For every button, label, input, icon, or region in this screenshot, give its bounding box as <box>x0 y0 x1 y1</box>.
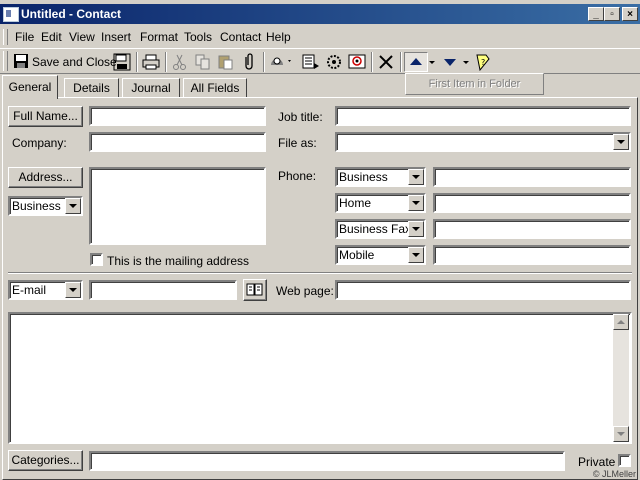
menu-grip[interactable] <box>3 29 8 45</box>
menu-bar: File Edit View Insert Format Tools Conta… <box>0 28 640 46</box>
standard-toolbar: Save and Close ? <box>0 48 640 74</box>
up-arrow-icon <box>410 58 422 65</box>
section-divider <box>8 272 632 274</box>
close-button[interactable]: × <box>622 7 638 21</box>
email-type-value: E-mail <box>12 283 47 297</box>
save-icon[interactable] <box>113 53 131 71</box>
previous-item-button[interactable] <box>404 52 428 72</box>
phone-type-combo-3[interactable]: Business Fax <box>335 219 426 239</box>
tab-journal[interactable]: Journal <box>122 78 180 98</box>
new-meeting-gear-icon[interactable] <box>325 53 343 71</box>
copyright-text: © JLMeller <box>592 469 636 479</box>
display-map-icon[interactable] <box>302 53 320 71</box>
file-as-label: File as: <box>278 136 317 150</box>
menu-view[interactable]: View <box>69 30 95 44</box>
phone-type-value: Mobile <box>339 248 375 262</box>
menu-help[interactable]: Help <box>266 30 291 44</box>
address-book-button[interactable] <box>243 279 267 301</box>
job-title-field[interactable] <box>335 106 631 126</box>
chevron-down-icon[interactable] <box>408 195 424 211</box>
next-dropdown-arrow-icon[interactable] <box>462 53 470 71</box>
mailing-address-checkbox[interactable] <box>90 253 103 266</box>
window-title: Untitled - Contact <box>21 7 121 21</box>
menu-file[interactable]: File <box>15 30 34 44</box>
home-phone-field[interactable] <box>433 193 631 213</box>
new-message-to-contact-icon[interactable] <box>348 53 366 71</box>
phone-type-combo-1[interactable]: Business <box>335 167 426 187</box>
follow-up-flag-icon[interactable] <box>269 53 291 71</box>
email-type-combo[interactable]: E-mail <box>8 280 83 300</box>
menu-format[interactable]: Format <box>140 30 178 44</box>
notes-scrollbar[interactable] <box>613 314 629 442</box>
address-button[interactable]: Address... <box>8 167 83 188</box>
maximize-button[interactable]: ▫ <box>604 7 620 21</box>
toolbar-separator <box>371 52 373 72</box>
address-book-icon <box>246 283 263 296</box>
web-page-label: Web page: <box>276 284 334 298</box>
chevron-down-icon[interactable] <box>613 134 629 150</box>
cut-icon[interactable] <box>171 53 189 71</box>
attach-paperclip-icon[interactable] <box>240 53 258 71</box>
phone-type-value: Home <box>339 196 372 210</box>
business-fax-field[interactable] <box>433 219 631 239</box>
job-title-label: Job title: <box>278 110 323 124</box>
web-page-field[interactable] <box>335 280 631 300</box>
down-arrow-icon[interactable] <box>440 53 458 71</box>
delete-icon[interactable] <box>377 53 395 71</box>
menu-contact[interactable]: Contact <box>220 30 261 44</box>
copy-icon[interactable] <box>194 53 212 71</box>
minimize-button[interactable]: _ <box>588 7 604 21</box>
scroll-down-icon[interactable] <box>613 426 629 442</box>
file-as-combo[interactable] <box>335 132 631 152</box>
toolbar-separator <box>400 52 402 72</box>
save-close-button[interactable]: Save and Close <box>32 52 117 72</box>
print-icon[interactable] <box>142 53 160 71</box>
previous-dropdown-arrow-icon[interactable] <box>428 53 436 71</box>
toolbar-separator <box>263 52 265 72</box>
address-textarea[interactable] <box>89 167 266 245</box>
toolbar-grip[interactable] <box>3 51 8 71</box>
toolbar-separator <box>165 52 167 72</box>
menu-insert[interactable]: Insert <box>101 30 131 44</box>
phone-type-combo-2[interactable]: Home <box>335 193 426 213</box>
save-close-icon[interactable] <box>13 53 31 71</box>
address-type-combo[interactable]: Business <box>8 196 83 216</box>
tab-all-fields[interactable]: All Fields <box>183 78 247 98</box>
tab-details[interactable]: Details <box>64 78 119 98</box>
toolbar-separator <box>136 52 138 72</box>
chevron-down-icon[interactable] <box>65 282 81 298</box>
company-label: Company: <box>12 136 67 150</box>
mailing-address-label: This is the mailing address <box>107 254 250 268</box>
paste-icon[interactable] <box>217 53 235 71</box>
svg-text:?: ? <box>481 58 485 67</box>
first-item-in-folder-item[interactable]: First Item in Folder <box>405 73 544 95</box>
chevron-down-icon[interactable] <box>65 198 81 214</box>
address-type-value: Business <box>12 199 61 213</box>
full-name-button[interactable]: Full Name... <box>8 106 83 127</box>
chevron-down-icon[interactable] <box>408 247 424 263</box>
company-field[interactable] <box>89 132 266 152</box>
chevron-down-icon[interactable] <box>408 221 424 237</box>
tab-general[interactable]: General <box>2 75 58 99</box>
email-field[interactable] <box>89 280 237 300</box>
title-bar: Untitled - Contact _ ▫ × <box>0 4 640 24</box>
phone-type-value: Business Fax <box>339 222 412 236</box>
full-name-field[interactable] <box>89 106 266 126</box>
mobile-phone-field[interactable] <box>433 245 631 265</box>
phone-label: Phone: <box>278 169 317 183</box>
categories-field[interactable] <box>89 451 565 471</box>
phone-type-value: Business <box>339 170 388 184</box>
business-phone-field[interactable] <box>433 167 631 187</box>
menu-tools[interactable]: Tools <box>184 30 212 44</box>
menu-edit[interactable]: Edit <box>41 30 62 44</box>
notes-textarea[interactable] <box>8 312 632 444</box>
contact-card-icon[interactable] <box>3 7 19 22</box>
phone-type-combo-4[interactable]: Mobile <box>335 245 426 265</box>
private-label: Private <box>578 455 616 469</box>
categories-button[interactable]: Categories... <box>8 450 83 471</box>
help-icon[interactable]: ? <box>474 53 492 72</box>
private-checkbox[interactable] <box>618 454 631 467</box>
scroll-up-icon[interactable] <box>613 314 629 330</box>
chevron-down-icon[interactable] <box>408 169 424 185</box>
